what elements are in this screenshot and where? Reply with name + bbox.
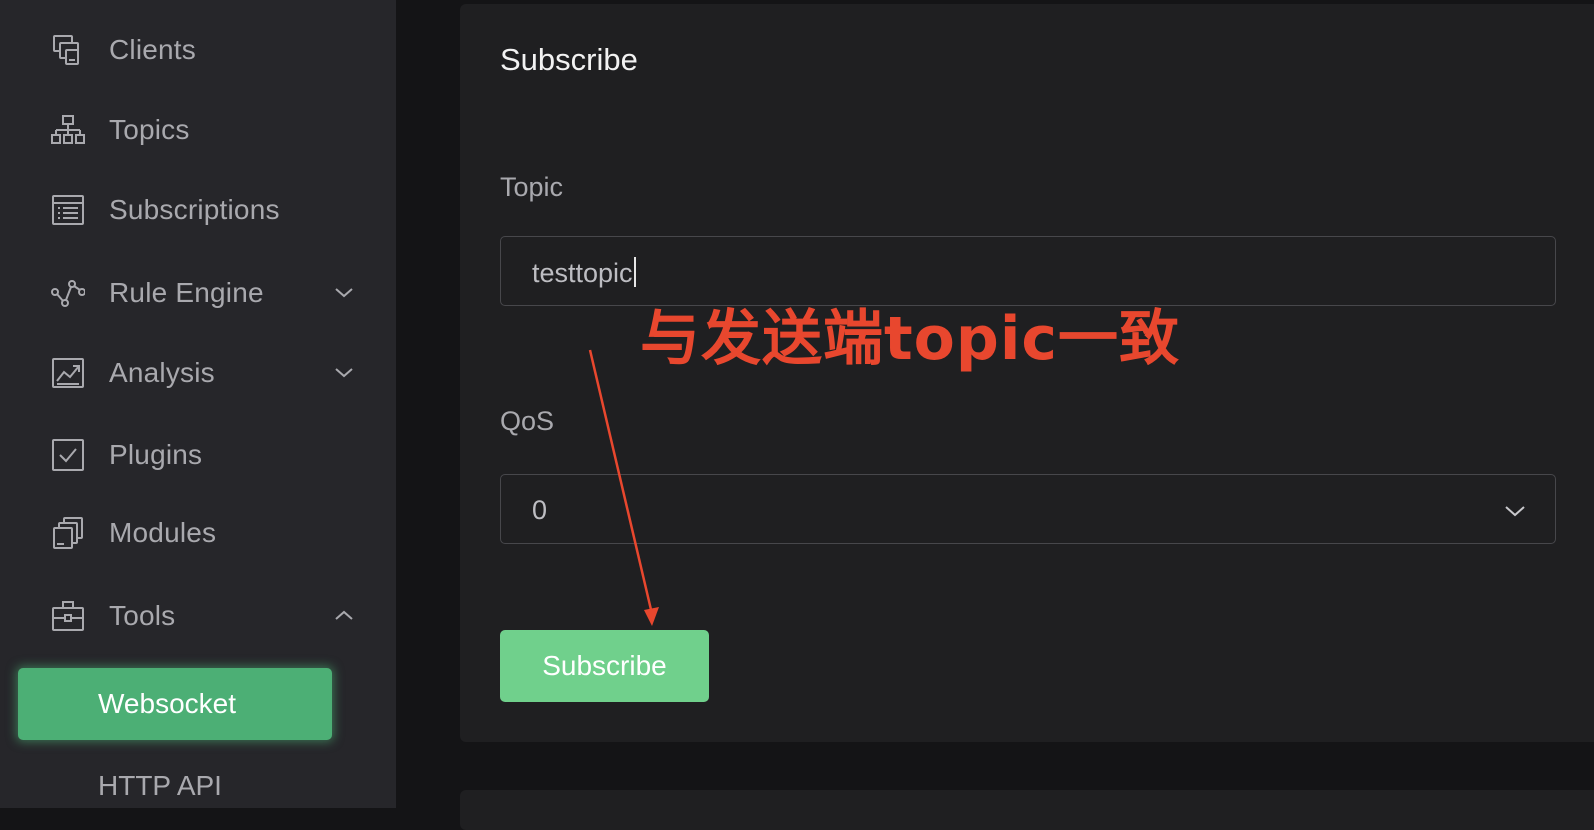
chevron-down-icon[interactable] bbox=[332, 281, 356, 305]
sidebar-item-label: Plugins bbox=[109, 439, 203, 470]
tools-icon bbox=[50, 598, 86, 634]
annotation-text: 与发送端topic一致 bbox=[640, 304, 1180, 374]
sidebar-item-plugins[interactable]: Plugins bbox=[0, 425, 396, 485]
sidebar-item-label: Topics bbox=[109, 114, 190, 145]
rule-engine-icon bbox=[50, 275, 86, 311]
sidebar-item-clients[interactable]: Clients bbox=[0, 20, 396, 80]
sidebar-item-modules[interactable]: Modules bbox=[0, 503, 396, 563]
topics-icon bbox=[50, 112, 86, 148]
chevron-down-icon bbox=[1501, 497, 1529, 525]
sidebar-item-label: Modules bbox=[109, 517, 217, 548]
sidebar-item-label: Clients bbox=[109, 34, 196, 65]
sidebar-item-label: Tools bbox=[109, 600, 176, 631]
topic-label: Topic bbox=[500, 172, 564, 202]
text-caret bbox=[633, 257, 636, 287]
subscribe-button[interactable]: Subscribe bbox=[500, 630, 709, 702]
chevron-up-icon[interactable] bbox=[332, 604, 356, 628]
modules-icon bbox=[50, 515, 86, 551]
sidebar-item-label: HTTP API bbox=[98, 770, 222, 801]
plugins-icon bbox=[50, 437, 86, 473]
chevron-down-icon[interactable] bbox=[332, 361, 356, 385]
topic-input-value: testtopic bbox=[532, 257, 636, 289]
sidebar-item-label: Rule Engine bbox=[109, 277, 264, 308]
next-card bbox=[460, 790, 1594, 830]
clients-icon bbox=[50, 32, 86, 68]
qos-select[interactable]: 0 bbox=[500, 474, 1556, 544]
subscriptions-icon bbox=[50, 192, 86, 228]
sidebar-item-http-api[interactable]: HTTP API bbox=[18, 758, 332, 814]
sidebar-item-label: Websocket bbox=[98, 688, 236, 719]
sidebar: Clients Topics Subscriptions Rule Engine… bbox=[0, 0, 396, 808]
sidebar-item-analysis[interactable]: Analysis bbox=[0, 343, 396, 403]
sidebar-item-websocket[interactable]: Websocket bbox=[18, 668, 332, 740]
sidebar-item-label: Analysis bbox=[109, 357, 215, 388]
qos-select-value: 0 bbox=[532, 495, 548, 525]
sidebar-item-topics[interactable]: Topics bbox=[0, 100, 396, 160]
sidebar-item-rule-engine[interactable]: Rule Engine bbox=[0, 263, 396, 323]
sidebar-item-subscriptions[interactable]: Subscriptions bbox=[0, 180, 396, 240]
sidebar-item-tools[interactable]: Tools bbox=[0, 586, 396, 646]
qos-label: QoS bbox=[500, 406, 555, 436]
analysis-icon bbox=[50, 355, 86, 391]
sidebar-item-label: Subscriptions bbox=[109, 194, 280, 225]
card-title: Subscribe bbox=[500, 42, 638, 77]
